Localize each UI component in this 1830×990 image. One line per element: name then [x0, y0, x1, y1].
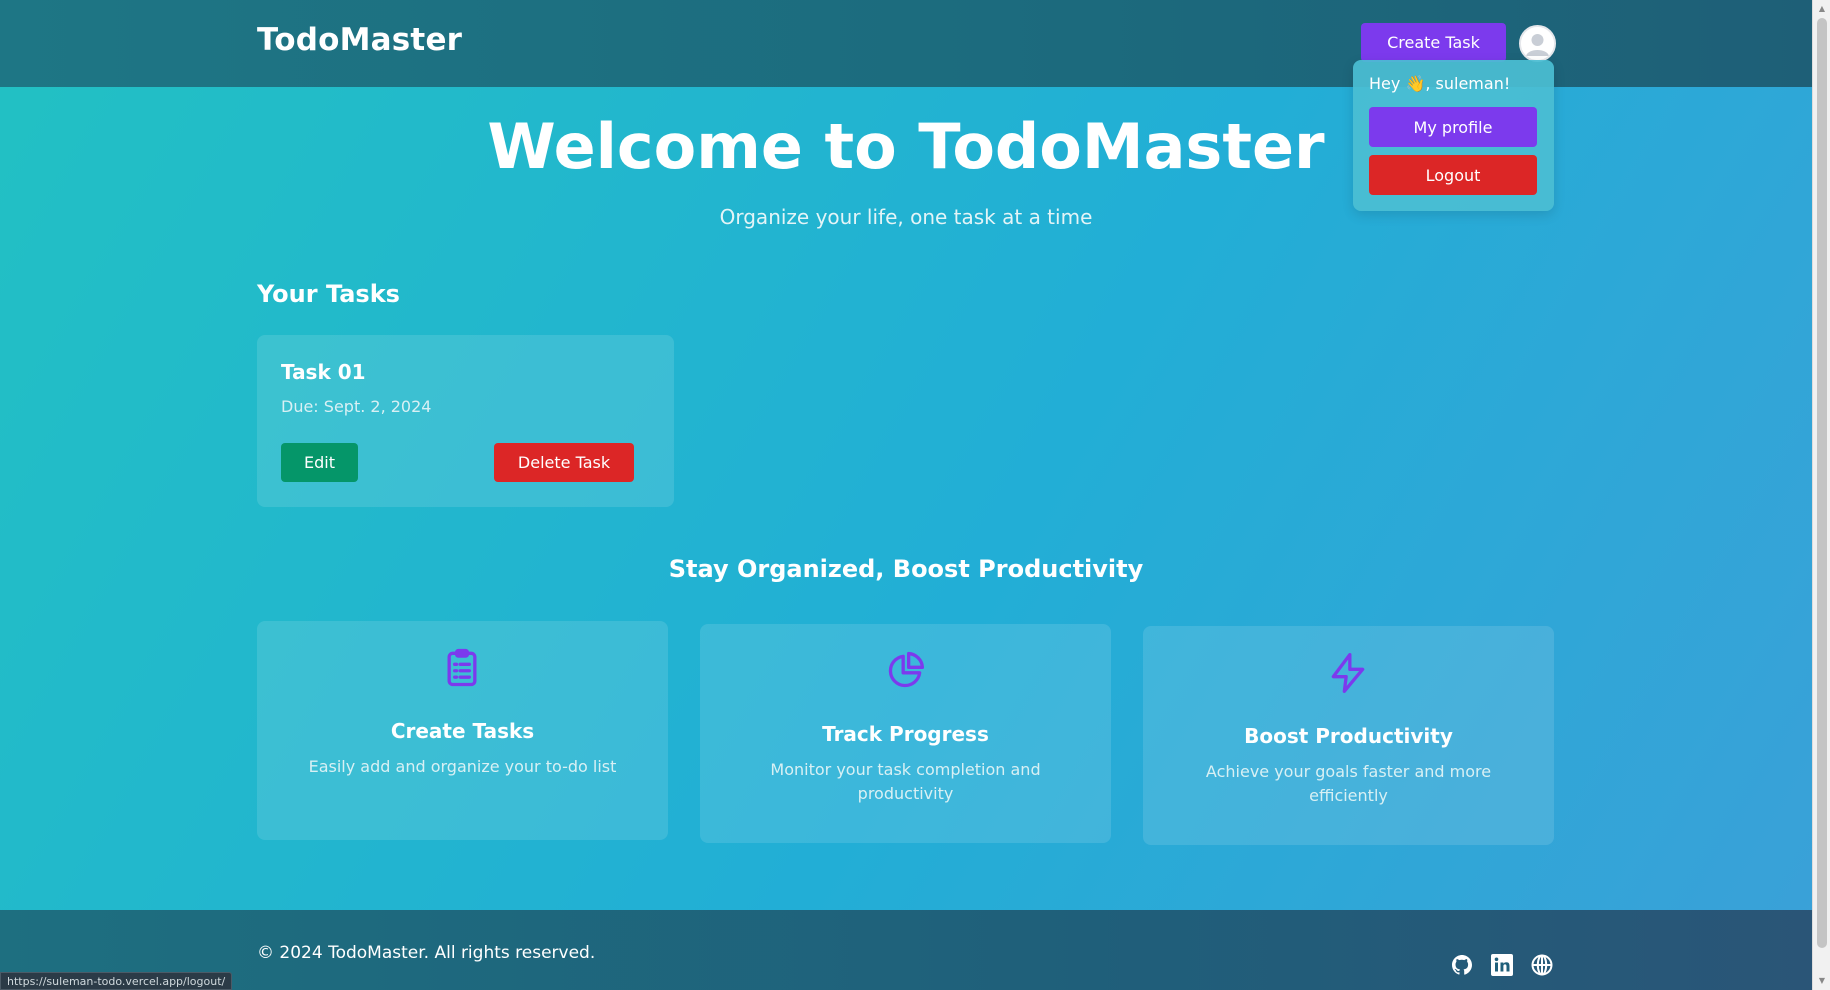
user-avatar-icon [1521, 27, 1554, 60]
lightning-bolt-icon [1331, 653, 1365, 693]
feature-title: Create Tasks [390, 719, 535, 743]
github-icon[interactable] [1450, 953, 1474, 977]
clipboard-list-icon [447, 648, 477, 687]
page: TodoMaster Create Task Hey 👋, suleman! M… [0, 0, 1812, 990]
hero-subtitle: Organize your life, one task at a time [719, 205, 1093, 229]
browser-status-url: https://suleman-todo.vercel.app/logout/ [0, 972, 233, 990]
copyright-text: © 2024 TodoMaster. All rights reserved. [257, 943, 596, 963]
features-heading: Stay Organized, Boost Productivity [668, 555, 1144, 583]
scroll-up-arrow-icon[interactable]: ▲ [1817, 4, 1827, 14]
linkedin-icon[interactable] [1490, 953, 1514, 977]
task-due-date: Due: Sept. 2, 2024 [281, 397, 432, 416]
task-card: Task 01 Due: Sept. 2, 2024 Edit Delete T… [257, 335, 674, 507]
edit-task-button[interactable]: Edit [281, 443, 358, 482]
feature-title: Track Progress [822, 722, 989, 746]
globe-icon[interactable] [1530, 953, 1554, 977]
scroll-down-arrow-icon[interactable]: ▼ [1817, 976, 1827, 986]
create-task-button[interactable]: Create Task [1361, 23, 1506, 62]
task-title: Task 01 [281, 360, 366, 384]
user-avatar-button[interactable] [1519, 25, 1556, 62]
feature-description: Achieve your goals faster and more effic… [1205, 762, 1492, 805]
your-tasks-heading: Your Tasks [257, 280, 400, 308]
feature-card-boost-productivity: Boost Productivity Achieve your goals fa… [1143, 626, 1554, 845]
footer: © 2024 TodoMaster. All rights reserved. [0, 910, 1812, 990]
hero-title: Welcome to TodoMaster [487, 110, 1325, 183]
brand-logo[interactable]: TodoMaster [257, 22, 462, 58]
feature-description: Easily add and organize your to-do list [308, 757, 617, 776]
feature-description: Monitor your task completion and product… [770, 760, 1041, 803]
user-greeting: Hey 👋, suleman! [1369, 74, 1510, 93]
waving-hand-icon: 👋 [1405, 74, 1426, 93]
pie-chart-icon [888, 651, 925, 688]
scrollbar-thumb[interactable] [1817, 18, 1827, 948]
vertical-scrollbar[interactable]: ▲ ▼ [1812, 0, 1830, 990]
feature-card-track-progress: Track Progress Monitor your task complet… [700, 624, 1111, 843]
feature-title: Boost Productivity [1244, 724, 1453, 748]
delete-task-button[interactable]: Delete Task [494, 443, 634, 482]
greeting-username: , suleman! [1425, 74, 1511, 93]
greeting-prefix: Hey [1369, 74, 1401, 93]
feature-card-create-tasks: Create Tasks Easily add and organize you… [257, 621, 668, 840]
